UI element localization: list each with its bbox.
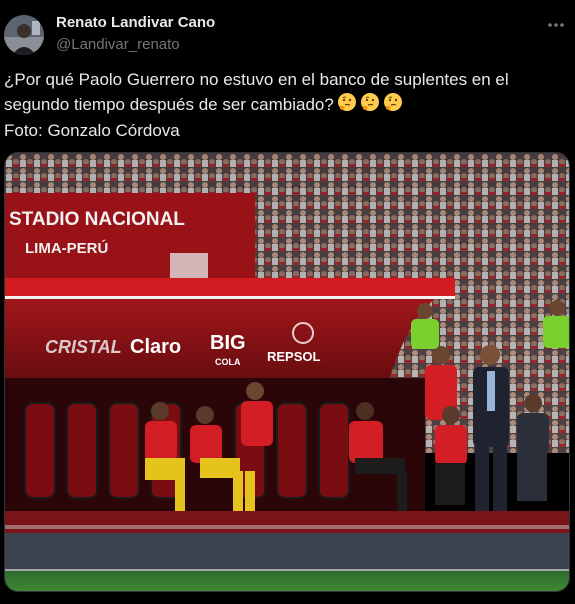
tweet-photo[interactable]: STADIO NACIONAL LIMA-PERÚ CRISTAL Claro …	[4, 152, 570, 592]
sponsor-big-text: BIG	[210, 332, 246, 354]
tweet-card: Renato Landivar Cano @Landivar_renato ¿P…	[0, 0, 575, 604]
tweet-text-line-2: segundo tiempo después de ser cambiado?	[4, 92, 564, 119]
sponsor-repsol-text: REPSOL	[267, 349, 321, 364]
more-options-button[interactable]	[545, 14, 567, 36]
sponsor-claro-text: Claro	[130, 336, 181, 358]
author-avatar[interactable]	[4, 15, 44, 55]
thinking-face-icon	[383, 92, 403, 119]
thinking-face-icon	[360, 92, 380, 119]
thinking-face-icon	[337, 92, 357, 119]
author-handle[interactable]: @Landivar_renato	[56, 36, 180, 53]
more-horizontal-icon	[548, 23, 564, 27]
avatar-photo-icon	[4, 15, 44, 55]
author-name[interactable]: Renato Landivar Cano	[56, 14, 215, 31]
tweet-text: ¿Por qué Paolo Guerrero no estuvo en el …	[4, 68, 564, 143]
sponsor-cristal-text: CRISTAL	[45, 337, 122, 357]
stadium-sign-text: STADIO NACIONAL	[9, 209, 185, 230]
tweet-text-line-3: Foto: Gonzalo Córdova	[4, 121, 180, 140]
sponsor-big-cola-text: COLA	[215, 357, 241, 367]
stadium-bench-photo: STADIO NACIONAL LIMA-PERÚ CRISTAL Claro …	[5, 153, 569, 591]
stadium-city-text: LIMA-PERÚ	[25, 239, 108, 257]
tweet-text-line-2-text: segundo tiempo después de ser cambiado?	[4, 94, 334, 114]
tweet-text-line-1: ¿Por qué Paolo Guerrero no estuvo en el …	[4, 70, 509, 89]
